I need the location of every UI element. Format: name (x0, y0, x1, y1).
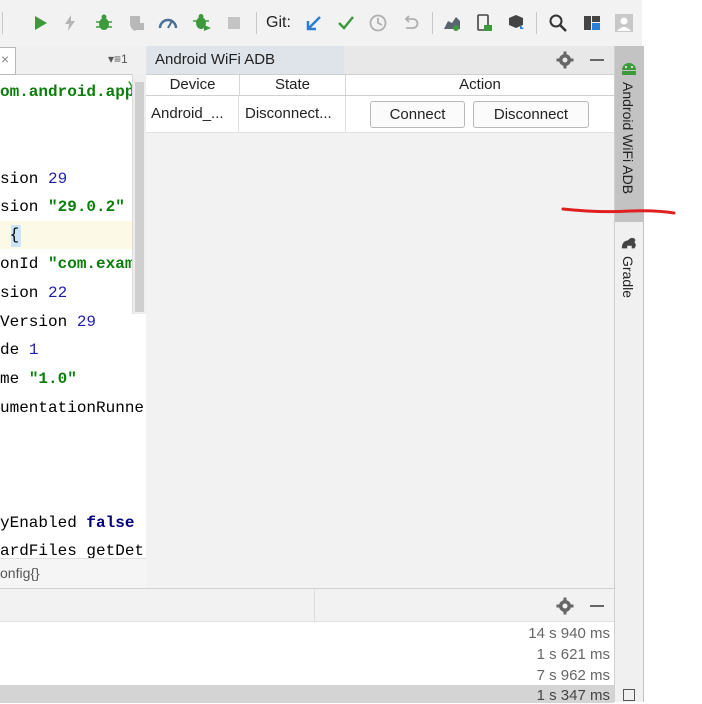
coverage-icon[interactable] (124, 11, 148, 35)
breadcrumb[interactable]: onfig{} (0, 565, 40, 581)
code-line: yEnabled false (0, 514, 135, 532)
user-icon[interactable] (612, 11, 636, 35)
right-tool-window-stripe: Android WiFi ADB Gradle (614, 46, 644, 702)
build-time: 1 s 621 ms (536, 646, 610, 663)
column-header-state[interactable]: State (240, 75, 346, 95)
device-file-icon[interactable] (472, 11, 496, 35)
toolbar-separator (432, 12, 433, 34)
sdk-manager-icon[interactable] (504, 11, 528, 35)
scrollbar-thumb[interactable] (135, 82, 144, 312)
main-toolbar: Git: (0, 0, 642, 47)
avd-manager-icon[interactable] (440, 11, 464, 35)
minimize-icon[interactable] (587, 50, 607, 70)
column-header-device[interactable]: Device (146, 75, 240, 95)
code-line: me "1.0" (0, 370, 77, 388)
code-line: onId "com.examp (0, 255, 145, 273)
gear-icon[interactable] (555, 596, 575, 616)
code-editor[interactable]: × ▾≡1 om.android.appY sion 29 sion "29.0.2… (0, 46, 147, 588)
run-icon[interactable] (28, 11, 52, 35)
bottom-panel: 14 s 940 ms 1 s 621 ms 7 s 962 ms 1 s 34… (0, 588, 614, 704)
selected-row-highlight (0, 685, 614, 703)
state-cell: Disconnect... (239, 96, 346, 132)
code-line: sion "29.0.2" (0, 198, 125, 216)
breadcrumb-bar: onfig{} (0, 558, 146, 588)
code-line: { (9, 226, 20, 244)
search-icon[interactable] (546, 11, 570, 35)
stop-icon[interactable] (222, 11, 246, 35)
code-line: om.android.appY (0, 79, 136, 101)
bottom-panel-header (0, 589, 614, 622)
gear-icon[interactable] (555, 50, 575, 70)
git-label: Git: (266, 14, 291, 31)
toolbar-separator (2, 12, 3, 34)
stripe-label-android-wifi-adb: Android WiFi ADB (620, 82, 636, 195)
red-annotation-stroke (561, 207, 676, 215)
editor-tab[interactable]: × (0, 47, 16, 75)
git-update-icon[interactable] (302, 11, 326, 35)
build-time: 7 s 962 ms (536, 667, 610, 684)
editor-tab-strip: × ▾≡1 (0, 46, 146, 75)
toolbar-separator (256, 12, 257, 34)
android-wifi-adb-panel: Android WiFi ADB Device State Action And… (146, 46, 614, 588)
gradle-icon (621, 237, 636, 249)
stripe-label-gradle: Gradle (620, 256, 636, 299)
restore-icon[interactable] (623, 689, 635, 701)
editor-scrollbar[interactable] (132, 74, 146, 314)
code-line: sion 29 (0, 170, 68, 188)
toolbar-separator (536, 12, 537, 34)
attach-debugger-icon[interactable] (190, 11, 214, 35)
debug-icon[interactable] (92, 11, 116, 35)
minimize-icon[interactable] (587, 596, 607, 616)
git-commit-icon[interactable] (334, 11, 358, 35)
flash-icon[interactable] (58, 11, 82, 35)
stripe-button-gradle[interactable]: Gradle (615, 230, 643, 310)
disconnect-button[interactable]: Disconnect (473, 101, 589, 128)
project-structure-icon[interactable] (580, 11, 604, 35)
code-line: de 1 (0, 341, 39, 359)
android-icon (622, 63, 636, 75)
close-icon[interactable]: × (1, 51, 9, 67)
panel-header: Android WiFi ADB (146, 46, 614, 75)
divider (314, 589, 315, 621)
tab-list-menu[interactable]: ▾≡1 (108, 52, 128, 66)
profiler-icon[interactable] (156, 11, 180, 35)
panel-title: Android WiFi ADB (155, 51, 276, 68)
rollback-icon[interactable] (398, 11, 422, 35)
history-icon[interactable] (366, 11, 390, 35)
code-line: umentationRunne (0, 399, 145, 417)
table-header: Device State Action (146, 75, 614, 96)
stripe-button-android-wifi-adb[interactable]: Android WiFi ADB (615, 46, 643, 222)
table-row[interactable]: Android_... Disconnect... Connect Discon… (146, 96, 614, 133)
column-header-action[interactable]: Action (346, 75, 614, 95)
device-cell: Android_... (146, 96, 239, 132)
build-time: 1 s 347 ms (536, 687, 610, 704)
code-line: Version 29 (0, 313, 97, 331)
build-time: 14 s 940 ms (528, 625, 610, 642)
code-line: sion 22 (0, 284, 68, 302)
connect-button[interactable]: Connect (370, 101, 465, 128)
